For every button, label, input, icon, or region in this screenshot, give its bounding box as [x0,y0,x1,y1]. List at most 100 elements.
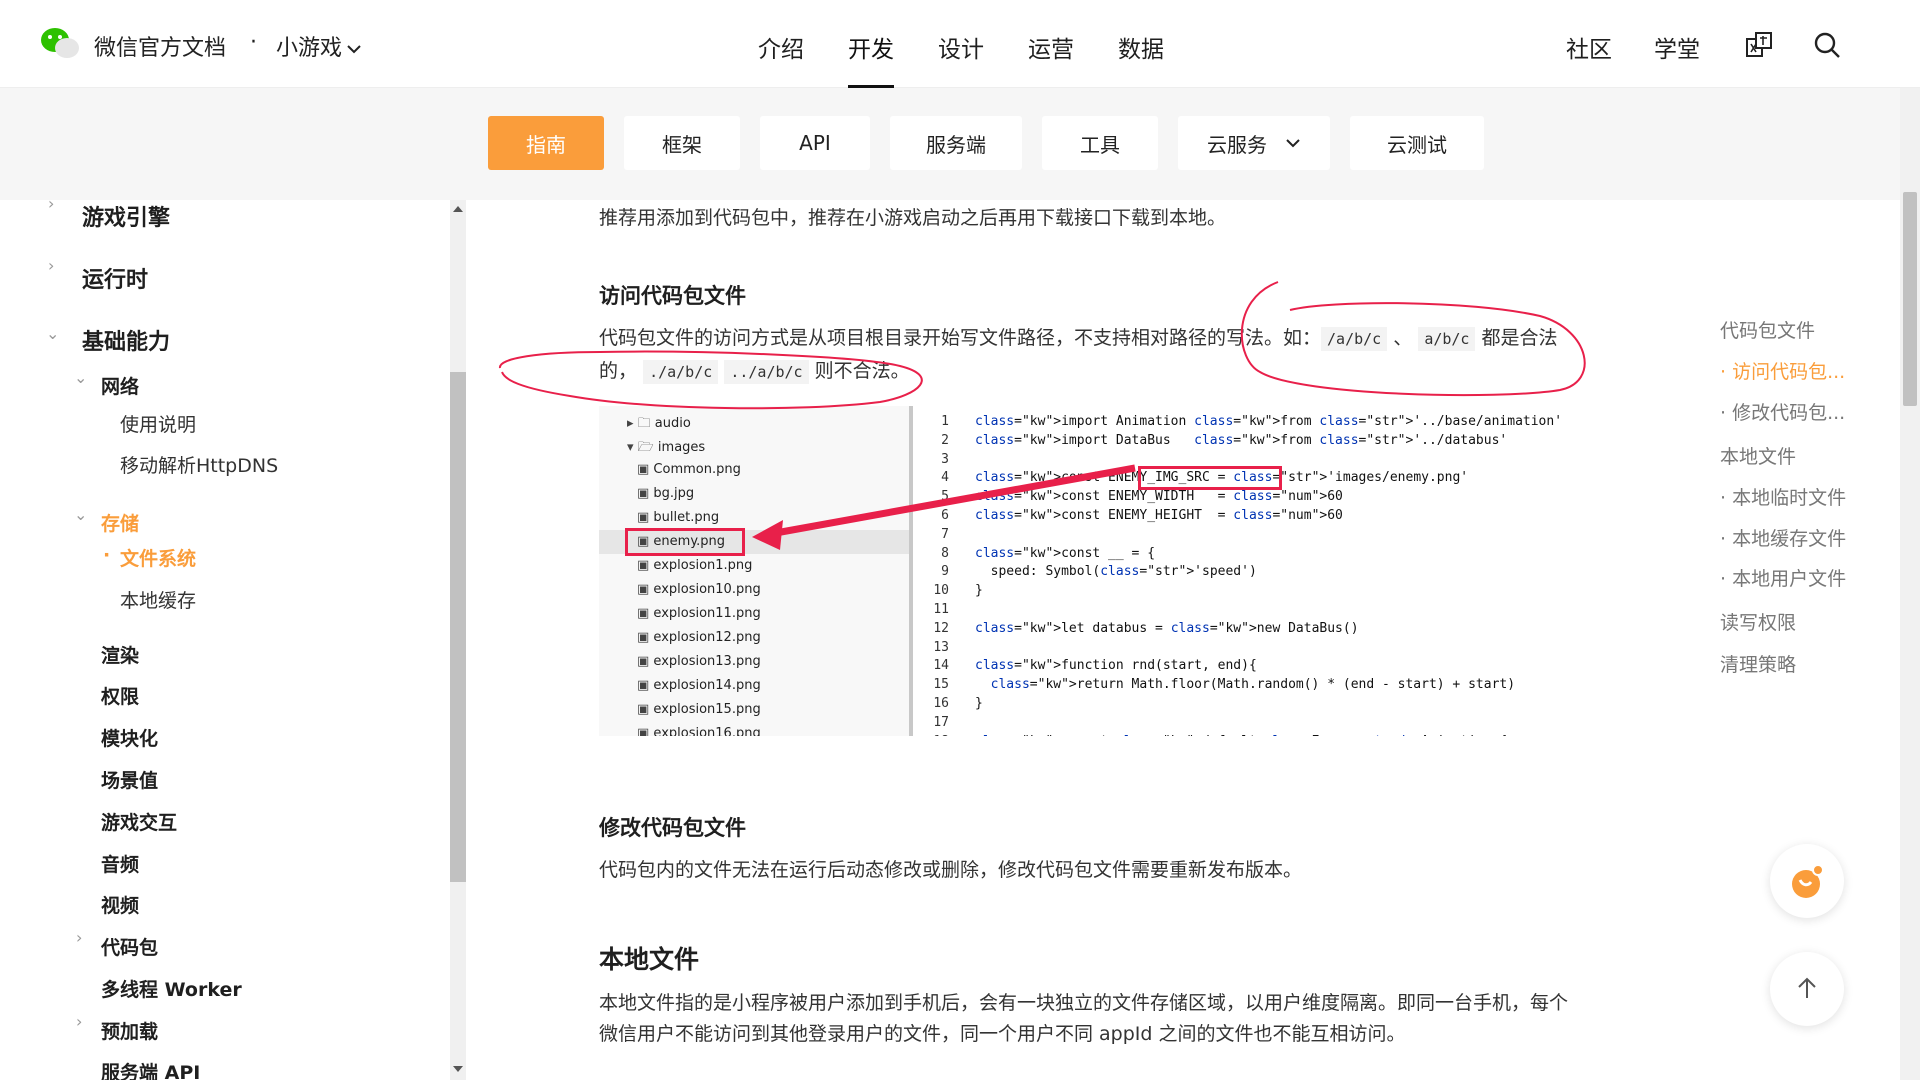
file-icon: ▣ [637,486,654,501]
translate-icon[interactable] [1744,30,1774,60]
tab-cloud-service[interactable]: 云服务 [1178,116,1330,170]
assistant-button[interactable] [1770,844,1844,918]
access-paragraph-line1: 代码包文件的访问方式是从项目根目录开始写文件路径，不支持相对路径的写法。如：/a… [599,323,1558,351]
section-label: 小游戏 [276,36,343,61]
file-icon: ▣ [637,654,654,669]
nav-academy[interactable]: 学堂 [1654,30,1700,64]
code-line: } [975,696,983,711]
tree-folder[interactable]: ▾ 🗁 images [627,438,705,460]
section-switcher[interactable]: 小游戏 [276,30,362,62]
tree-file[interactable]: ▣ explosion1.png [637,558,752,573]
code-line: class="kw">let databus = class="kw">new … [975,620,1359,636]
sidebar-item-file-system[interactable]: 文件系统 [120,544,196,571]
highlight-box [1138,466,1282,491]
sidebar-item-usage[interactable]: 使用说明 [120,410,196,437]
tab-guide[interactable]: 指南 [488,116,604,170]
search-icon[interactable] [1812,30,1842,60]
sidebar-item-interaction[interactable]: 游戏交互 [101,808,177,835]
tree-label: explosion12.png [653,630,761,645]
nav-develop[interactable]: 开发 [848,30,894,88]
line-number: 8 [941,545,949,561]
sidebar-item-runtime[interactable]: 运行时 [82,262,148,294]
tree-file[interactable]: ▣ enemy.png [637,534,725,549]
tree-file[interactable]: ▣ Common.png [637,462,741,477]
toc-access-package[interactable]: · 访问代码包... [1720,357,1845,384]
nav-intro[interactable]: 介绍 [758,30,804,88]
chevron-right-icon: › [48,256,55,275]
scroll-down-arrow-icon[interactable] [452,1065,464,1073]
access-paragraph-line2: 的， ./a/b/c ../a/b/c 则不合法。 [599,356,910,384]
back-to-top-button[interactable] [1770,952,1844,1026]
chevron-right-icon: › [76,928,83,947]
tree-file[interactable]: ▣ explosion11.png [637,606,761,621]
tree-file[interactable]: ▣ explosion16.png [637,726,761,736]
code-rel-path: a/b/c [1418,327,1476,351]
tree-file[interactable]: ▣ explosion15.png [637,702,761,717]
toc-local-file[interactable]: 本地文件 [1720,442,1796,469]
toc-modify-package[interactable]: · 修改代码包... [1720,398,1845,425]
sidebar-item-network[interactable]: 网络 [101,372,139,399]
file-icon: ▣ [637,606,654,621]
toc-temp-file[interactable]: · 本地临时文件 [1720,483,1846,510]
line-number: 5 [941,489,949,505]
sidebar-item-basic[interactable]: 基础能力 [82,324,170,356]
tree-file[interactable]: ▣ explosion14.png [637,678,761,693]
sidebar-item-render[interactable]: 渲染 [101,641,139,668]
toc-cache-file[interactable]: · 本地缓存文件 [1720,524,1846,551]
code-line: class="kw">function rnd(start, end){ [975,658,1257,674]
tree-file[interactable]: ▣ bg.jpg [637,486,694,501]
page-scrollbar-thumb[interactable] [1903,192,1917,406]
sidebar-item-server-api[interactable]: 服务端 API [101,1058,200,1080]
tree-file[interactable]: ▣ explosion12.png [637,630,761,645]
brand-title[interactable]: 微信官方文档 [94,30,226,62]
sidebar-item-scene[interactable]: 场景值 [101,766,158,793]
toc-user-file[interactable]: · 本地用户文件 [1720,564,1846,591]
nav-design[interactable]: 设计 [938,30,984,88]
sidebar-item-permission[interactable]: 权限 [101,682,139,709]
toc-cleanup[interactable]: 清理策略 [1720,650,1796,677]
nav-operation[interactable]: 运营 [1028,30,1074,88]
sidebar-item-audio[interactable]: 音频 [101,850,139,877]
tree-label: explosion14.png [653,678,761,693]
file-icon: ▣ [637,558,654,573]
tab-cloud-test[interactable]: 云测试 [1350,116,1484,170]
line-number: 17 [933,714,949,730]
code-line: speed: Symbol(class="str">'speed') [975,564,1257,580]
toc-rw-permission[interactable]: 读写权限 [1720,608,1796,635]
scroll-up-arrow-icon[interactable] [452,205,464,213]
chevron-down-icon: ⌄ [46,324,60,343]
tree-file[interactable]: ▣ explosion13.png [637,654,761,669]
tab-api[interactable]: API [760,116,870,170]
sidebar-scrollbar-thumb[interactable] [450,372,466,882]
sidebar-item-local-cache[interactable]: 本地缓存 [120,586,196,613]
tree-file[interactable]: ▣ bullet.png [637,510,719,525]
tree-file[interactable]: ▣ explosion10.png [637,582,761,597]
tree-label: explosion11.png [653,606,761,621]
tab-server[interactable]: 服务端 [890,116,1022,170]
sidebar-item-module[interactable]: 模块化 [101,724,158,751]
nav-data[interactable]: 数据 [1118,30,1164,88]
line-number: 6 [941,508,949,523]
sidebar-item-preload[interactable]: 预加载 [101,1017,158,1044]
sidebar-item-worker[interactable]: 多线程 Worker [101,975,242,1002]
line-number: 18 [919,734,949,736]
heading-access-package: 访问代码包文件 [599,284,746,308]
sidebar-item-package[interactable]: 代码包 [101,933,158,960]
file-icon: ▣ [637,702,654,717]
wechat-logo-icon[interactable] [40,26,80,60]
sidebar-item-game-engine[interactable]: 游戏引擎 [82,200,170,232]
line-number: 1 [941,414,949,429]
sidebar-item-video[interactable]: 视频 [101,891,139,918]
sidebar-item-storage[interactable]: 存储 [101,509,139,536]
tab-tools[interactable]: 工具 [1042,116,1158,170]
code-editor: 1 class="kw">import Animation class="kw">… [919,406,1589,736]
chevron-right-icon: › [76,1012,83,1031]
file-icon: ▣ [637,582,654,597]
sidebar-item-httpdns[interactable]: 移动解析HttpDNS [120,451,278,478]
line-number: 12 [933,620,949,636]
tab-framework[interactable]: 框架 [624,116,740,170]
toc-package-file[interactable]: 代码包文件 [1720,316,1815,343]
nav-community[interactable]: 社区 [1566,30,1612,64]
line-number: 13 [933,639,949,655]
tree-folder[interactable]: ▸ 🗀 audio [627,414,691,436]
